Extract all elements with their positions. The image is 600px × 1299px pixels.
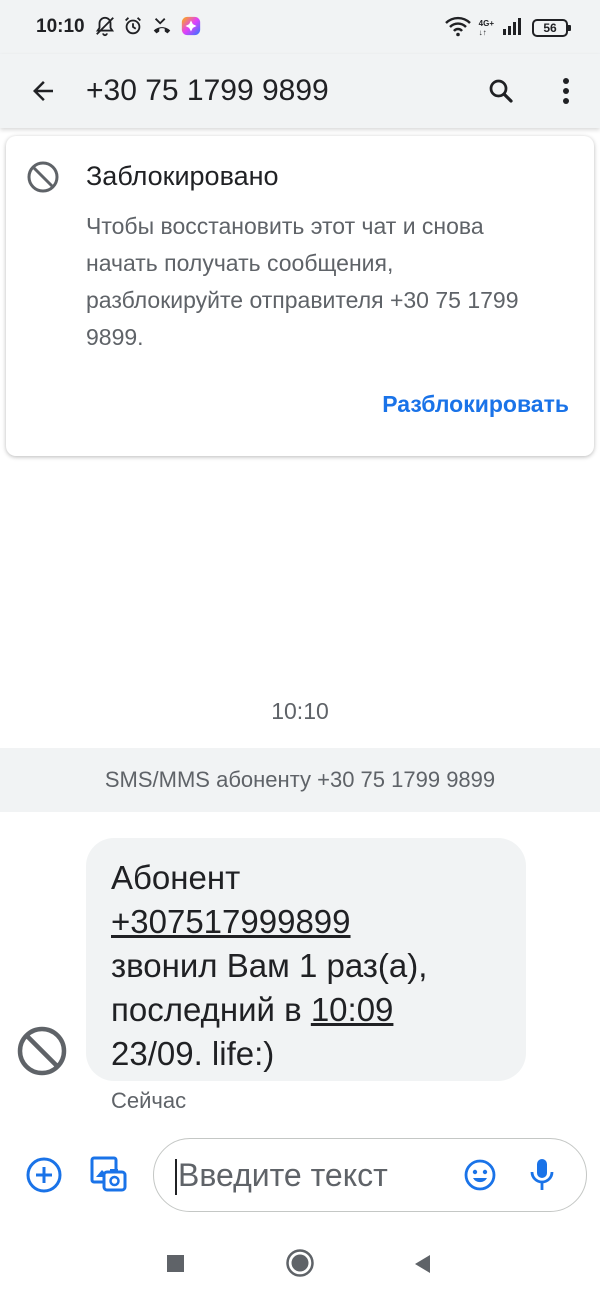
unblock-button[interactable]: Разблокировать [382, 391, 569, 418]
app-bar: +30 75 1799 9899 [0, 54, 600, 128]
battery-icon: 56 [532, 19, 571, 37]
gallery-button[interactable] [86, 1152, 130, 1196]
back-arrow-icon [33, 81, 53, 101]
signal-icon [502, 16, 524, 41]
system-icons: 4G+ ↓↑ 56 [444, 14, 571, 42]
message-phone-link[interactable]: +307517999899 [111, 900, 506, 944]
message-time: Сейчас [111, 1088, 187, 1113]
status-time: 10:10 [36, 16, 85, 37]
system-nav-bar [0, 1228, 600, 1299]
blocked-sender-avatar [16, 1025, 68, 1082]
search-button[interactable] [482, 72, 520, 110]
back-triangle-icon [415, 1255, 430, 1273]
more-vert-icon [563, 78, 569, 104]
message-time-link[interactable]: 10:09 [311, 991, 394, 1028]
compose-bar [0, 1130, 600, 1226]
message-line: 23/09. life:) [111, 1035, 275, 1072]
message-input-container[interactable] [153, 1138, 587, 1212]
emoji-button[interactable] [462, 1157, 498, 1193]
network-type-label: 4G+ ↓↑ [478, 19, 494, 37]
mic-icon [530, 1159, 554, 1190]
message-bubble[interactable]: Абонент +307517999899 звонил Вам 1 раз(а… [86, 838, 526, 1081]
alarm-icon [122, 15, 144, 42]
message-line: последний в 10:09 [111, 988, 506, 1032]
gallery-icon [90, 1156, 127, 1192]
missed-call-icon [150, 15, 174, 42]
notification-icons [94, 14, 202, 42]
block-icon [26, 160, 60, 199]
back-button[interactable] [24, 72, 62, 110]
status-bar: 10:10 4G+ ↓↑ 56 [0, 0, 600, 54]
blocked-title: Заблокировано [86, 161, 279, 191]
contact-title: +30 75 1799 9899 [86, 74, 329, 107]
more-options-button[interactable] [548, 72, 584, 110]
message-line: звонил Вам 1 раз(а), [111, 947, 428, 984]
message-input[interactable] [178, 1155, 443, 1195]
emoji-icon [464, 1159, 496, 1191]
system-back-button[interactable] [412, 1253, 432, 1275]
blocked-description: Чтобы восстановить этот чат и снова нача… [86, 213, 519, 350]
wifi-icon [444, 15, 471, 42]
voice-button[interactable] [524, 1155, 560, 1195]
add-attachment-button[interactable] [24, 1155, 64, 1195]
message-text: последний в [111, 991, 311, 1028]
app-notification-icon [180, 15, 202, 42]
home-circle-icon [286, 1249, 314, 1277]
conversation-timestamp: 10:10 [271, 698, 329, 724]
home-button[interactable] [285, 1248, 315, 1278]
sms-banner: SMS/MMS абоненту +30 75 1799 9899 [0, 748, 600, 812]
add-circle-icon [26, 1157, 62, 1193]
recents-button[interactable] [167, 1255, 184, 1272]
block-avatar-icon [17, 1026, 67, 1076]
bell-off-icon [94, 15, 116, 42]
search-icon [489, 79, 513, 103]
blocked-card: Заблокировано Чтобы восстановить этот ча… [6, 136, 594, 456]
text-cursor [175, 1159, 177, 1195]
message-line: Абонент [111, 859, 241, 896]
